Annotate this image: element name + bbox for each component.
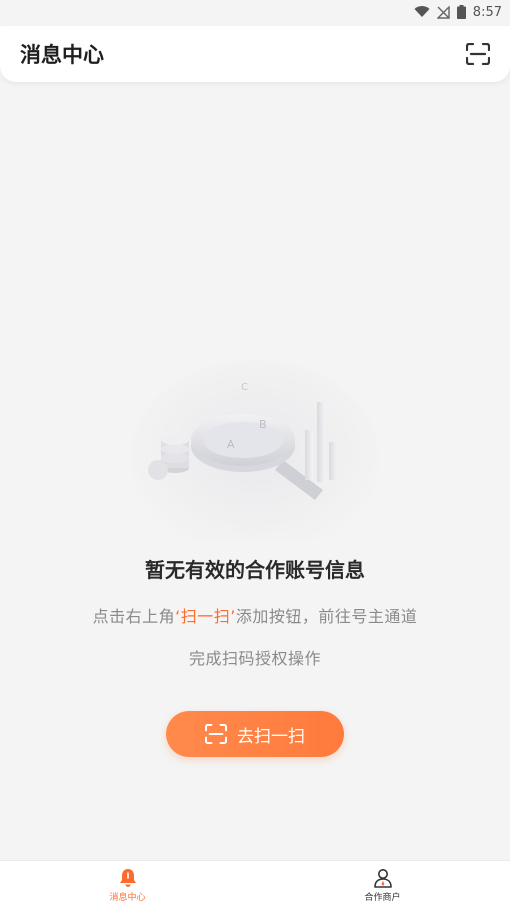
svg-text:C: C [241, 382, 248, 393]
screen: 8:57 消息中心 A B C 暂无有效的合作账号信息 点击右上角‘扫一扫’添加… [0, 0, 510, 909]
desc-highlight: ‘扫一扫’ [175, 607, 236, 626]
status-time: 8:57 [472, 4, 502, 20]
status-bar: 8:57 [0, 0, 510, 24]
empty-description-line2: 完成扫码授权操作 [188, 649, 321, 668]
empty-state: A B C 暂无有效的合作账号信息 点击右上角‘扫一扫’添加按钮，前往号主通道 … [0, 350, 510, 757]
desc-prefix: 点击右上角 [92, 607, 176, 626]
merchant-person-icon [373, 868, 392, 888]
go-scan-label: 去扫一扫 [237, 726, 305, 747]
bell-icon [119, 868, 136, 887]
header: 消息中心 [0, 26, 510, 82]
scan-icon [466, 43, 490, 65]
tab-message-center[interactable]: 消息中心 [0, 861, 255, 909]
page-title: 消息中心 [20, 43, 104, 67]
wifi-icon [414, 6, 430, 18]
empty-description-line1: 点击右上角‘扫一扫’添加按钮，前往号主通道 [93, 603, 418, 627]
search-magnifier-illustration: A B C [130, 360, 380, 540]
svg-text:B: B [259, 418, 267, 431]
go-scan-button[interactable]: 去扫一扫 [166, 711, 344, 757]
svg-text:A: A [227, 438, 235, 451]
desc-suffix: 添加按钮，前往号主通道 [235, 607, 418, 626]
tab-label: 合作商户 [364, 892, 401, 903]
scan-icon [205, 724, 227, 744]
battery-icon [456, 5, 466, 19]
tab-label: 消息中心 [109, 892, 146, 903]
empty-title: 暂无有效的合作账号信息 [145, 558, 365, 582]
no-signal-icon [436, 5, 450, 19]
tab-bar: 消息中心 合作商户 [0, 860, 510, 909]
tab-partner-merchant[interactable]: 合作商户 [255, 861, 510, 909]
scan-button[interactable] [464, 40, 492, 68]
